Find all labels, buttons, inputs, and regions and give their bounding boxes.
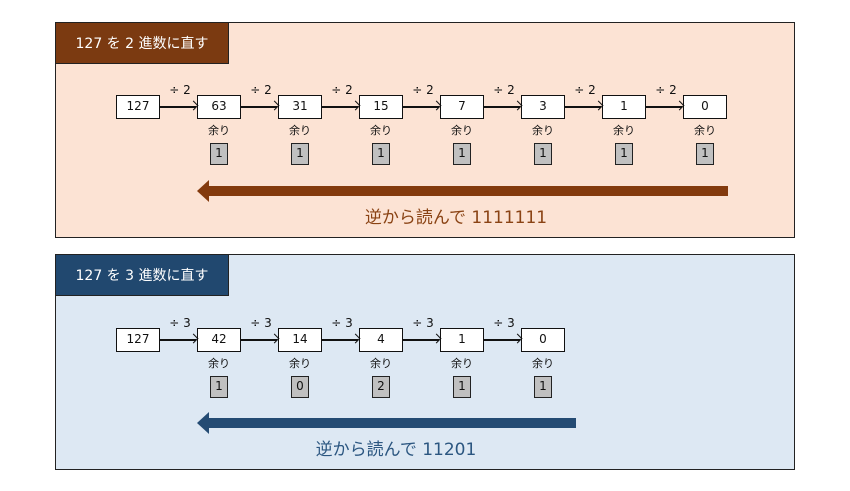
base2-step-arrow [241, 106, 277, 108]
base2-remainder-label: 余り [451, 124, 473, 137]
base3-remainder-box: 1 [534, 376, 552, 398]
base3-step-arrow [160, 339, 196, 341]
base2-step-arrow [322, 106, 358, 108]
base2-remainder-label: 余り [613, 124, 635, 137]
base3-quotient-box: 42 [197, 328, 241, 352]
base2-step-arrow [484, 106, 520, 108]
base3-division-operator: ÷ 3 [250, 316, 272, 330]
base3-division-operator: ÷ 3 [412, 316, 434, 330]
base2-remainder-box: 1 [372, 143, 390, 165]
base2-reverse-arrow [197, 180, 728, 202]
base3-quotient-box: 4 [359, 328, 403, 352]
base2-remainder-label: 余り [532, 124, 554, 137]
base2-result-text: 逆から読んで 1111111 [364, 208, 548, 228]
base2-remainder-box: 1 [615, 143, 633, 165]
base2-remainder-box: 1 [534, 143, 552, 165]
base3-step-arrow [484, 339, 520, 341]
base2-division-operator: ÷ 2 [493, 83, 515, 97]
base2-remainder-label: 余り [370, 124, 392, 137]
base3-quotient-box: 1 [440, 328, 484, 352]
base3-title: 127 を 3 進数に直す [54, 253, 230, 296]
base2-remainder-box: 1 [696, 143, 714, 165]
base3-step-arrow [322, 339, 358, 341]
base3-remainder-label: 余り [289, 357, 311, 370]
base3-remainder-box: 1 [210, 376, 228, 398]
base3-division-chain: 127 42 ÷ 3 余り 1 14 ÷ 3 余り 0 4 ÷ 3 余り 2 1 ÷ 3 余り 1 0 ÷ 3 余り 1 [116, 317, 576, 408]
base2-division-operator: ÷ 2 [655, 83, 677, 97]
base3-remainder-label: 余り [451, 357, 473, 370]
base3-quotient-box: 14 [278, 328, 322, 352]
base2-remainder-box: 1 [210, 143, 228, 165]
base2-quotient-box: 0 [683, 95, 727, 119]
base2-quotient-box: 3 [521, 95, 565, 119]
base3-remainder-box: 1 [453, 376, 471, 398]
base2-division-operator: ÷ 2 [331, 83, 353, 97]
base3-remainder-label: 余り [370, 357, 392, 370]
base2-remainder-box: 1 [291, 143, 309, 165]
base2-step-arrow [160, 106, 196, 108]
base3-quotient-box: 0 [521, 328, 565, 352]
base2-remainder-label: 余り [289, 124, 311, 137]
base3-division-operator: ÷ 3 [493, 316, 515, 330]
base2-panel: 127 を 2 進数に直す 127 63 ÷ 2 余り 1 31 ÷ 2 余り 1 15 ÷ 2 余り… [54, 21, 795, 238]
base2-division-chain: 127 63 ÷ 2 余り 1 31 ÷ 2 余り 1 15 ÷ 2 余り 1 7 ÷ 2 余り 1 3 ÷ 2 余り… [116, 84, 736, 175]
base3-step-arrow [403, 339, 439, 341]
base2-remainder-label: 余り [694, 124, 716, 137]
base2-division-operator: ÷ 2 [250, 83, 272, 97]
base2-division-operator: ÷ 2 [412, 83, 434, 97]
base2-step-arrow [565, 106, 601, 108]
base3-panel: 127 を 3 進数に直す 127 42 ÷ 3 余り 1 14 ÷ 3 余り 0 4 ÷ 3 余り 2… [54, 253, 795, 470]
base3-division-operator: ÷ 3 [331, 316, 353, 330]
base2-division-operator: ÷ 2 [169, 83, 191, 97]
base3-remainder-box: 2 [372, 376, 390, 398]
base3-reverse-arrow [197, 412, 576, 434]
base2-quotient-box: 31 [278, 95, 322, 119]
base3-quotient-box: 127 [116, 328, 160, 352]
base2-quotient-box: 1 [602, 95, 646, 119]
base2-quotient-box: 127 [116, 95, 160, 119]
base3-remainder-label: 余り [532, 357, 554, 370]
base2-quotient-box: 7 [440, 95, 484, 119]
base2-remainder-box: 1 [453, 143, 471, 165]
base2-step-arrow [403, 106, 439, 108]
base3-remainder-label: 余り [208, 357, 230, 370]
base3-remainder-box: 0 [291, 376, 309, 398]
base2-division-operator: ÷ 2 [574, 83, 596, 97]
base2-title: 127 を 2 進数に直す [54, 21, 230, 64]
base3-step-arrow [241, 339, 277, 341]
base3-result-text: 逆から読んで 11201 [315, 440, 477, 460]
base2-step-arrow [646, 106, 682, 108]
base2-quotient-box: 63 [197, 95, 241, 119]
base2-remainder-label: 余り [208, 124, 230, 137]
base3-division-operator: ÷ 3 [169, 316, 191, 330]
base2-quotient-box: 15 [359, 95, 403, 119]
